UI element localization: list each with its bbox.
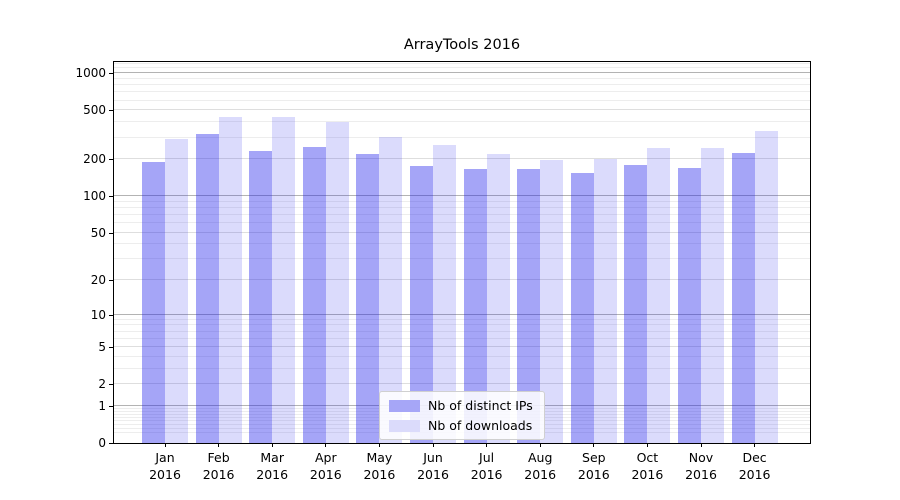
- x-tick-mark: [218, 443, 219, 447]
- x-tick-mark: [754, 443, 755, 447]
- legend-label-distinct-ips: Nb of distinct IPs: [428, 398, 533, 413]
- bar-distinct-ips-nov: [678, 168, 701, 443]
- y-tick-label-10: 10: [0, 308, 106, 322]
- chart-title: ArrayTools 2016: [114, 37, 810, 53]
- gridline-minor: [114, 91, 810, 92]
- legend-item-downloads: Nb of downloads: [389, 418, 536, 433]
- gridline-minor: [114, 67, 810, 68]
- x-tick-mark: [272, 443, 273, 447]
- y-tick-label-50: 50: [0, 226, 106, 240]
- y-tick-label-2: 2: [0, 377, 106, 391]
- x-tick-mark: [540, 443, 541, 447]
- legend-swatch-downloads-icon: [389, 420, 420, 432]
- bar-downloads-apr: [326, 122, 349, 443]
- x-tick-mark: [165, 443, 166, 447]
- x-tick-mark: [433, 443, 434, 447]
- y-tick-label-1: 1: [0, 399, 106, 413]
- y-tick-label-20: 20: [0, 273, 106, 287]
- legend-item-distinct-ips: Nb of distinct IPs: [389, 398, 536, 413]
- bar-downloads-oct: [647, 148, 670, 443]
- bar-distinct-ips-mar: [249, 151, 272, 443]
- gridline-minor: [114, 84, 810, 85]
- bar-downloads-dec: [755, 131, 778, 443]
- bar-downloads-sep: [594, 159, 617, 444]
- bar-distinct-ips-apr: [303, 147, 326, 443]
- gridline-500: [114, 109, 810, 110]
- gridline-1000: [114, 72, 810, 73]
- gridline-minor: [114, 63, 810, 64]
- x-tick-label-dec: Dec2016: [723, 449, 787, 483]
- bar-distinct-ips-feb: [196, 134, 219, 443]
- legend: Nb of distinct IPs Nb of downloads: [379, 391, 545, 440]
- legend-swatch-distinct-ips-icon: [389, 400, 420, 412]
- bar-downloads-jan: [165, 139, 188, 444]
- legend-label-downloads: Nb of downloads: [428, 418, 532, 433]
- y-tick-label-0: 0: [0, 436, 106, 450]
- chart: ArrayTools 2016 10005002001005020105210 …: [0, 0, 900, 500]
- gridline-minor: [114, 78, 810, 79]
- bar-downloads-mar: [272, 117, 295, 443]
- y-tick-label-100: 100: [0, 189, 106, 203]
- bar-distinct-ips-may: [356, 154, 379, 443]
- x-tick-mark: [486, 443, 487, 447]
- x-tick-mark: [593, 443, 594, 447]
- x-tick-mark: [379, 443, 380, 447]
- x-tick-mark: [647, 443, 648, 447]
- bar-downloads-feb: [219, 117, 242, 443]
- bar-distinct-ips-jan: [142, 162, 165, 443]
- x-tick-mark: [325, 443, 326, 447]
- y-tick-label-200: 200: [0, 152, 106, 166]
- plot-area: [113, 61, 811, 444]
- x-tick-mark: [701, 443, 702, 447]
- bar-distinct-ips-sep: [571, 173, 594, 443]
- gridline-minor: [114, 100, 810, 101]
- bar-distinct-ips-oct: [624, 165, 647, 443]
- bar-distinct-ips-dec: [732, 153, 755, 443]
- y-tick-label-500: 500: [0, 103, 106, 117]
- y-tick-label-1000: 1000: [0, 66, 106, 80]
- y-tick-label-5: 5: [0, 340, 106, 354]
- bar-downloads-nov: [701, 148, 724, 443]
